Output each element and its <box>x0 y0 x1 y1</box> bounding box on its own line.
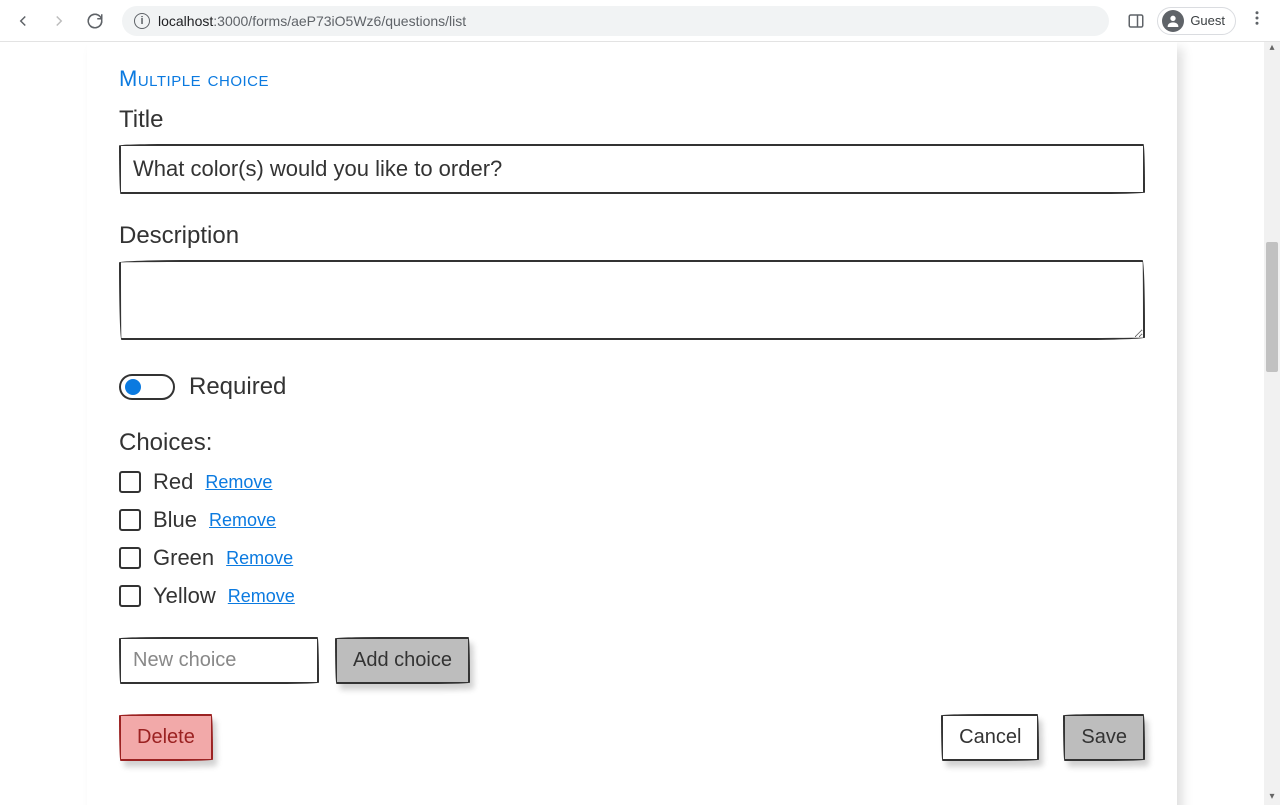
browser-menu-button[interactable] <box>1248 9 1266 32</box>
reload-button[interactable] <box>80 6 110 36</box>
profile-chip[interactable]: Guest <box>1157 7 1236 35</box>
back-button[interactable] <box>8 6 38 36</box>
choice-list: Red Remove Blue Remove Green Remove Yellow Remo… <box>119 469 1145 609</box>
question-type-label: Multiple choice <box>119 66 1145 92</box>
toggle-knob <box>125 379 141 395</box>
profile-label: Guest <box>1190 13 1225 28</box>
profile-avatar-icon <box>1162 10 1184 32</box>
choice-label: Green <box>153 545 214 571</box>
side-panel-icon[interactable] <box>1127 12 1145 30</box>
choice-label: Red <box>153 469 193 495</box>
save-button[interactable]: Save <box>1063 714 1145 761</box>
remove-choice-link[interactable]: Remove <box>205 472 272 493</box>
scroll-thumb[interactable] <box>1266 242 1278 372</box>
browser-chrome: i localhost:3000/forms/aeP73iO5Wz6/quest… <box>0 0 1280 42</box>
choice-row: Yellow Remove <box>119 583 1145 609</box>
required-toggle[interactable] <box>119 374 175 400</box>
choice-row: Green Remove <box>119 545 1145 571</box>
choice-checkbox[interactable] <box>119 585 141 607</box>
remove-choice-link[interactable]: Remove <box>228 586 295 607</box>
site-info-icon[interactable]: i <box>134 13 150 29</box>
scroll-down-arrow[interactable]: ▾ <box>1264 791 1280 805</box>
description-input[interactable] <box>119 260 1145 340</box>
question-editor-card: Multiple choice Title Description Requir… <box>87 42 1177 805</box>
choice-checkbox[interactable] <box>119 509 141 531</box>
choice-checkbox[interactable] <box>119 547 141 569</box>
url-text: localhost:3000/forms/aeP73iO5Wz6/questio… <box>158 13 466 29</box>
add-choice-button[interactable]: Add choice <box>335 637 470 684</box>
address-bar[interactable]: i localhost:3000/forms/aeP73iO5Wz6/quest… <box>122 6 1109 36</box>
required-label: Required <box>189 373 286 401</box>
choice-label: Blue <box>153 507 197 533</box>
title-input[interactable] <box>119 144 1145 194</box>
scroll-up-arrow[interactable]: ▴ <box>1264 42 1280 56</box>
choice-row: Red Remove <box>119 469 1145 495</box>
remove-choice-link[interactable]: Remove <box>226 548 293 569</box>
forward-button[interactable] <box>44 6 74 36</box>
remove-choice-link[interactable]: Remove <box>209 510 276 531</box>
page-viewport: Multiple choice Title Description Requir… <box>0 42 1280 805</box>
description-label: Description <box>119 222 1145 250</box>
cancel-button[interactable]: Cancel <box>941 714 1039 761</box>
choice-row: Blue Remove <box>119 507 1145 533</box>
title-label: Title <box>119 106 1145 134</box>
new-choice-input[interactable] <box>119 637 319 684</box>
delete-button[interactable]: Delete <box>119 714 213 761</box>
choice-label: Yellow <box>153 583 216 609</box>
choice-checkbox[interactable] <box>119 471 141 493</box>
choices-label: Choices: <box>119 429 1145 457</box>
vertical-scrollbar[interactable]: ▴ ▾ <box>1264 42 1280 805</box>
